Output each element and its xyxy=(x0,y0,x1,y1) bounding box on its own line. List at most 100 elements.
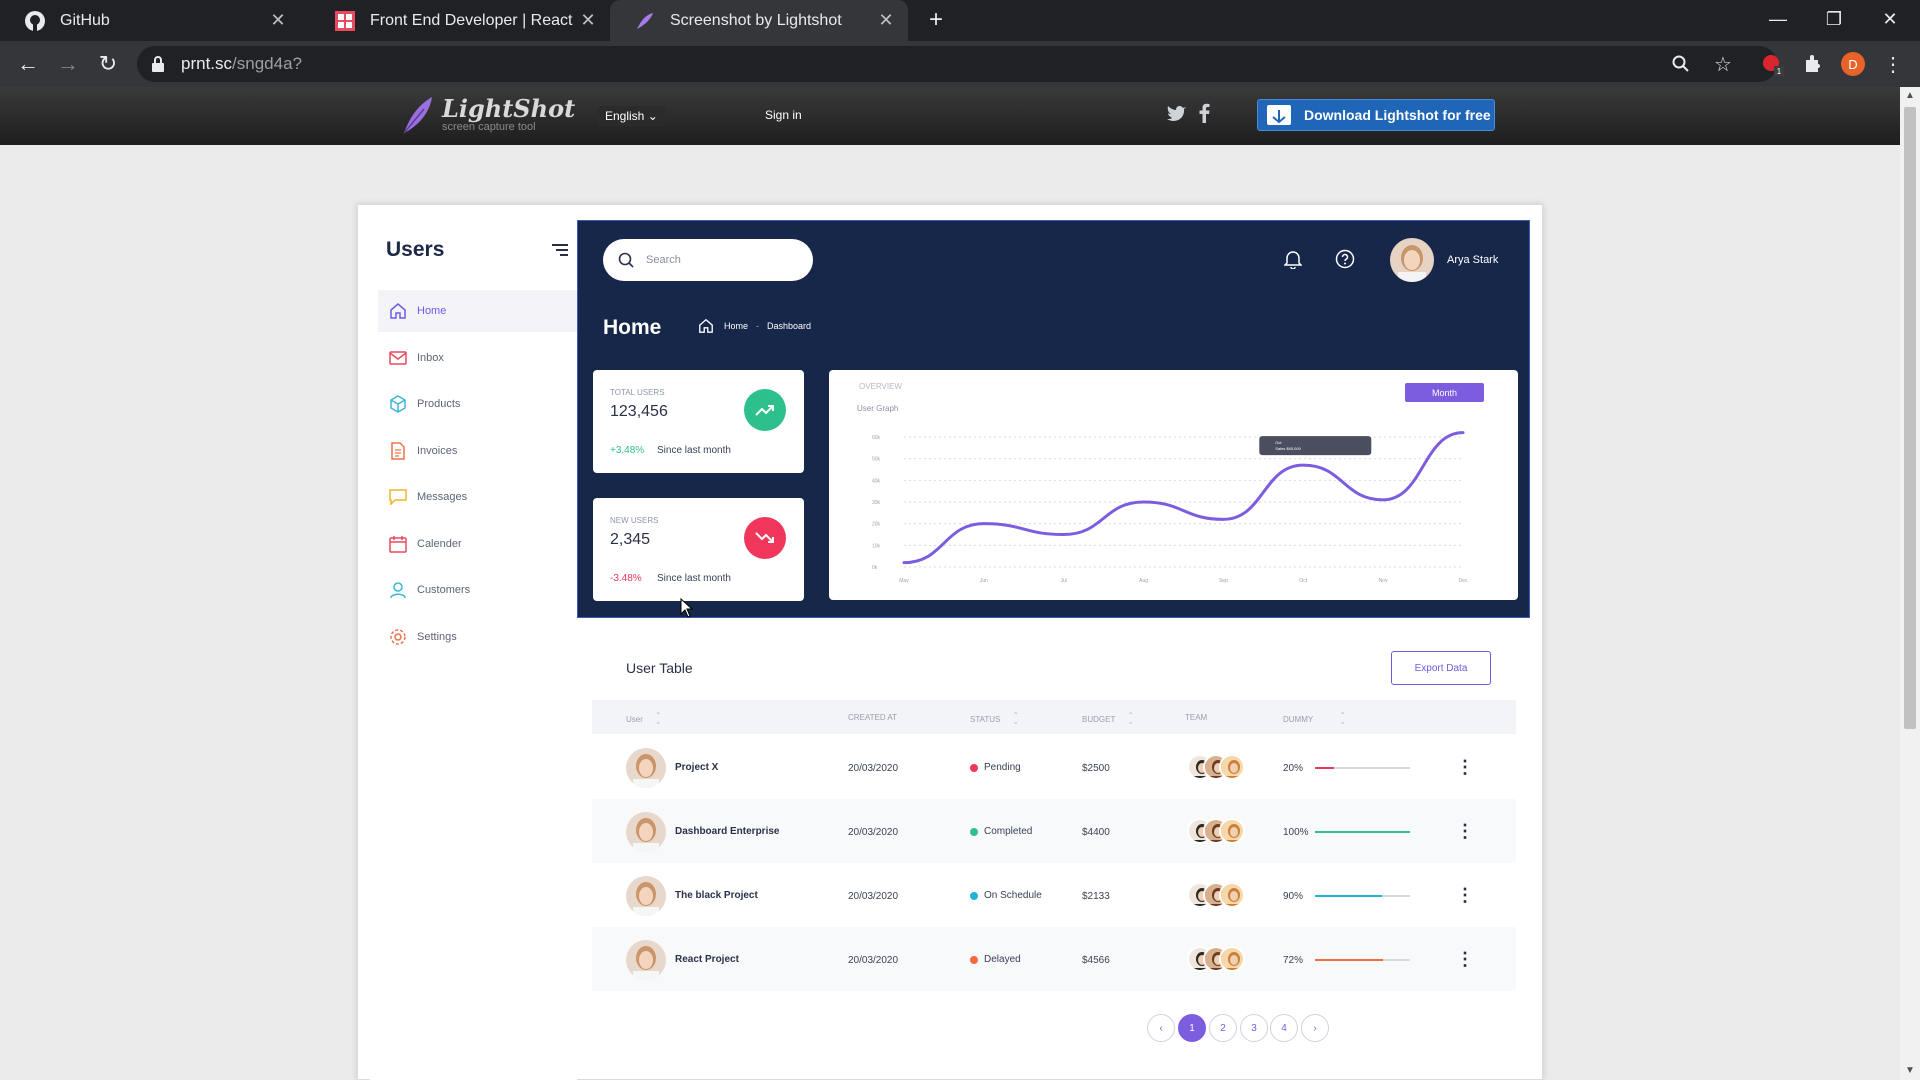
budget-value: $4566 xyxy=(1082,955,1110,966)
lightshot-logo[interactable]: LightShot screen capture tool xyxy=(400,95,575,135)
scroll-up-icon[interactable]: ▲ xyxy=(1905,90,1915,101)
chart-card: Overview User Graph Month 60k 50k 40k 30k 20… xyxy=(829,370,1518,600)
tab-github[interactable]: GitHub ✕ xyxy=(0,0,300,41)
budget-value: $2500 xyxy=(1082,763,1110,774)
status-dot xyxy=(970,763,978,772)
twitter-icon[interactable] xyxy=(1167,104,1187,127)
home-icon xyxy=(388,301,408,321)
stat-change: +3.48% xyxy=(610,445,645,456)
breadcrumb-home[interactable]: Home xyxy=(724,321,748,331)
table-row[interactable]: React Project 20/03/2020 Delayed $4566 72% ⋮ xyxy=(592,927,1516,991)
tab-title: Front End Developer | React xyxy=(370,11,573,29)
column-label: User xyxy=(626,714,643,724)
page-button[interactable]: 2 xyxy=(1209,1014,1237,1042)
github-icon xyxy=(24,10,46,32)
window-close-icon[interactable]: ✕ xyxy=(1862,0,1918,38)
x-tick-label: Aug xyxy=(1139,578,1148,584)
puzzle-extensions-icon[interactable] xyxy=(1800,51,1826,77)
facebook-icon[interactable] xyxy=(1198,103,1210,128)
sort-icon[interactable]: ⌃ ⌄ xyxy=(655,712,662,726)
forward-icon[interactable]: → xyxy=(52,48,84,80)
extension-shield-icon[interactable]: 1 xyxy=(1760,51,1786,77)
scroll-thumb[interactable] xyxy=(1904,107,1916,729)
menu-toggle-icon[interactable] xyxy=(552,243,568,261)
page-scrollbar[interactable]: ▲ ▼ xyxy=(1900,87,1920,1080)
close-icon[interactable]: ✕ xyxy=(578,10,598,31)
sidebar-item-label: Home xyxy=(417,305,447,317)
tooltip-value: Sales $65,000 xyxy=(1275,446,1301,451)
tab-front-end-developer[interactable]: Front End Developer | React ✕ xyxy=(310,0,610,41)
help-icon[interactable] xyxy=(1335,249,1355,274)
sidebar-item-inbox[interactable]: Inbox xyxy=(378,337,577,379)
bookmark-star-icon[interactable]: ☆ xyxy=(1710,51,1736,77)
pagination-next[interactable]: › xyxy=(1301,1014,1329,1042)
page-button[interactable]: 3 xyxy=(1240,1014,1268,1042)
reload-icon[interactable]: ↻ xyxy=(92,48,124,80)
address-bar[interactable]: prnt.sc/sngd4a? xyxy=(137,46,1777,82)
chat-icon xyxy=(388,487,408,507)
sidebar-item-home[interactable]: Home xyxy=(378,290,577,332)
sidebar-item-products[interactable]: Products xyxy=(378,383,577,425)
box-icon xyxy=(388,394,408,414)
breadcrumb-dashboard[interactable]: Dashboard xyxy=(767,321,811,331)
budget-value: $2133 xyxy=(1082,891,1110,902)
project-name[interactable]: Dashboard Enterprise xyxy=(675,826,779,837)
row-menu-icon[interactable]: ⋮ xyxy=(1451,881,1479,909)
table-row[interactable]: Project X 20/03/2020 Pending $2500 20% ⋮ xyxy=(592,735,1516,799)
url-text: prnt.sc/sngd4a? xyxy=(181,54,302,74)
row-menu-icon[interactable]: ⋮ xyxy=(1451,753,1479,781)
project-name[interactable]: The black Project xyxy=(675,890,758,901)
new-tab-button[interactable]: + xyxy=(922,6,950,34)
restore-icon[interactable]: ❐ xyxy=(1806,0,1862,38)
zoom-icon[interactable] xyxy=(1668,51,1694,77)
team-avatars xyxy=(1187,882,1247,910)
sidebar-item-settings[interactable]: Settings xyxy=(378,616,577,658)
column-dummy[interactable]: Dummy ⌃ ⌄ xyxy=(1283,712,1346,726)
download-lightshot-button[interactable]: Download Lightshot for free xyxy=(1257,99,1495,131)
profile-avatar[interactable]: D xyxy=(1840,51,1866,77)
project-name[interactable]: Project X xyxy=(675,762,718,773)
close-icon[interactable]: ✕ xyxy=(268,10,288,31)
sidebar-item-invoices[interactable]: Invoices xyxy=(378,430,577,472)
sidebar-item-messages[interactable]: Messages xyxy=(378,476,577,518)
table-row[interactable]: The black Project 20/03/2020 On Schedule $2… xyxy=(592,863,1516,927)
row-menu-icon[interactable]: ⋮ xyxy=(1451,817,1479,845)
pagination-prev[interactable]: ‹ xyxy=(1147,1014,1175,1042)
lightshot-header: LightShot screen capture tool English ⌄ … xyxy=(0,87,1900,145)
column-user[interactable]: User ⌃ ⌄ xyxy=(626,712,662,726)
menu-kebab-icon[interactable]: ⋮ xyxy=(1880,51,1906,77)
table-row[interactable]: Dashboard Enterprise 20/03/2020 Completed $… xyxy=(592,799,1516,863)
page-button[interactable]: 4 xyxy=(1270,1014,1298,1042)
column-label: Status xyxy=(970,714,1001,724)
bell-icon[interactable] xyxy=(1283,249,1303,274)
sidebar-item-customers[interactable]: Customers xyxy=(378,569,577,611)
project-name[interactable]: React Project xyxy=(675,954,739,965)
sign-in-link[interactable]: Sign in xyxy=(765,108,802,122)
page-number: 4 xyxy=(1281,1022,1287,1034)
row-menu-icon[interactable]: ⋮ xyxy=(1451,945,1479,973)
download-cloud-icon xyxy=(1267,105,1291,125)
sort-icon[interactable]: ⌃ ⌄ xyxy=(1339,712,1346,726)
scroll-down-icon[interactable]: ▼ xyxy=(1905,1065,1915,1076)
language-select[interactable]: English ⌄ xyxy=(598,106,665,126)
avatar[interactable] xyxy=(1390,238,1434,282)
dashboard-header-panel: Search Arya Stark Home Home - Dashboard … xyxy=(577,220,1530,618)
y-tick-label: 30k xyxy=(872,500,881,506)
column-created-at: Created At xyxy=(848,713,897,722)
page-number: 3 xyxy=(1251,1022,1257,1034)
column-status[interactable]: Status ⌃ ⌄ xyxy=(970,712,1019,726)
close-icon[interactable]: ✕ xyxy=(876,10,896,31)
search-input[interactable]: Search xyxy=(603,239,813,281)
sort-icon[interactable]: ⌃ ⌄ xyxy=(1012,712,1019,726)
back-icon[interactable]: ← xyxy=(12,48,44,80)
page-button[interactable]: 1 xyxy=(1178,1014,1206,1042)
minimize-icon[interactable]: — xyxy=(1750,0,1806,38)
tab-lightshot[interactable]: Screenshot by Lightshot ✕ xyxy=(610,0,908,41)
user-name[interactable]: Arya Stark xyxy=(1447,254,1498,266)
export-data-button[interactable]: Export Data xyxy=(1391,651,1491,685)
sort-icon[interactable]: ⌃ ⌄ xyxy=(1127,712,1134,726)
y-tick-label: 10k xyxy=(872,543,881,549)
status-text: Pending xyxy=(984,762,1021,773)
sidebar-item-calender[interactable]: Calender xyxy=(378,523,577,565)
column-budget[interactable]: Budget ⌃ ⌄ xyxy=(1082,712,1134,726)
